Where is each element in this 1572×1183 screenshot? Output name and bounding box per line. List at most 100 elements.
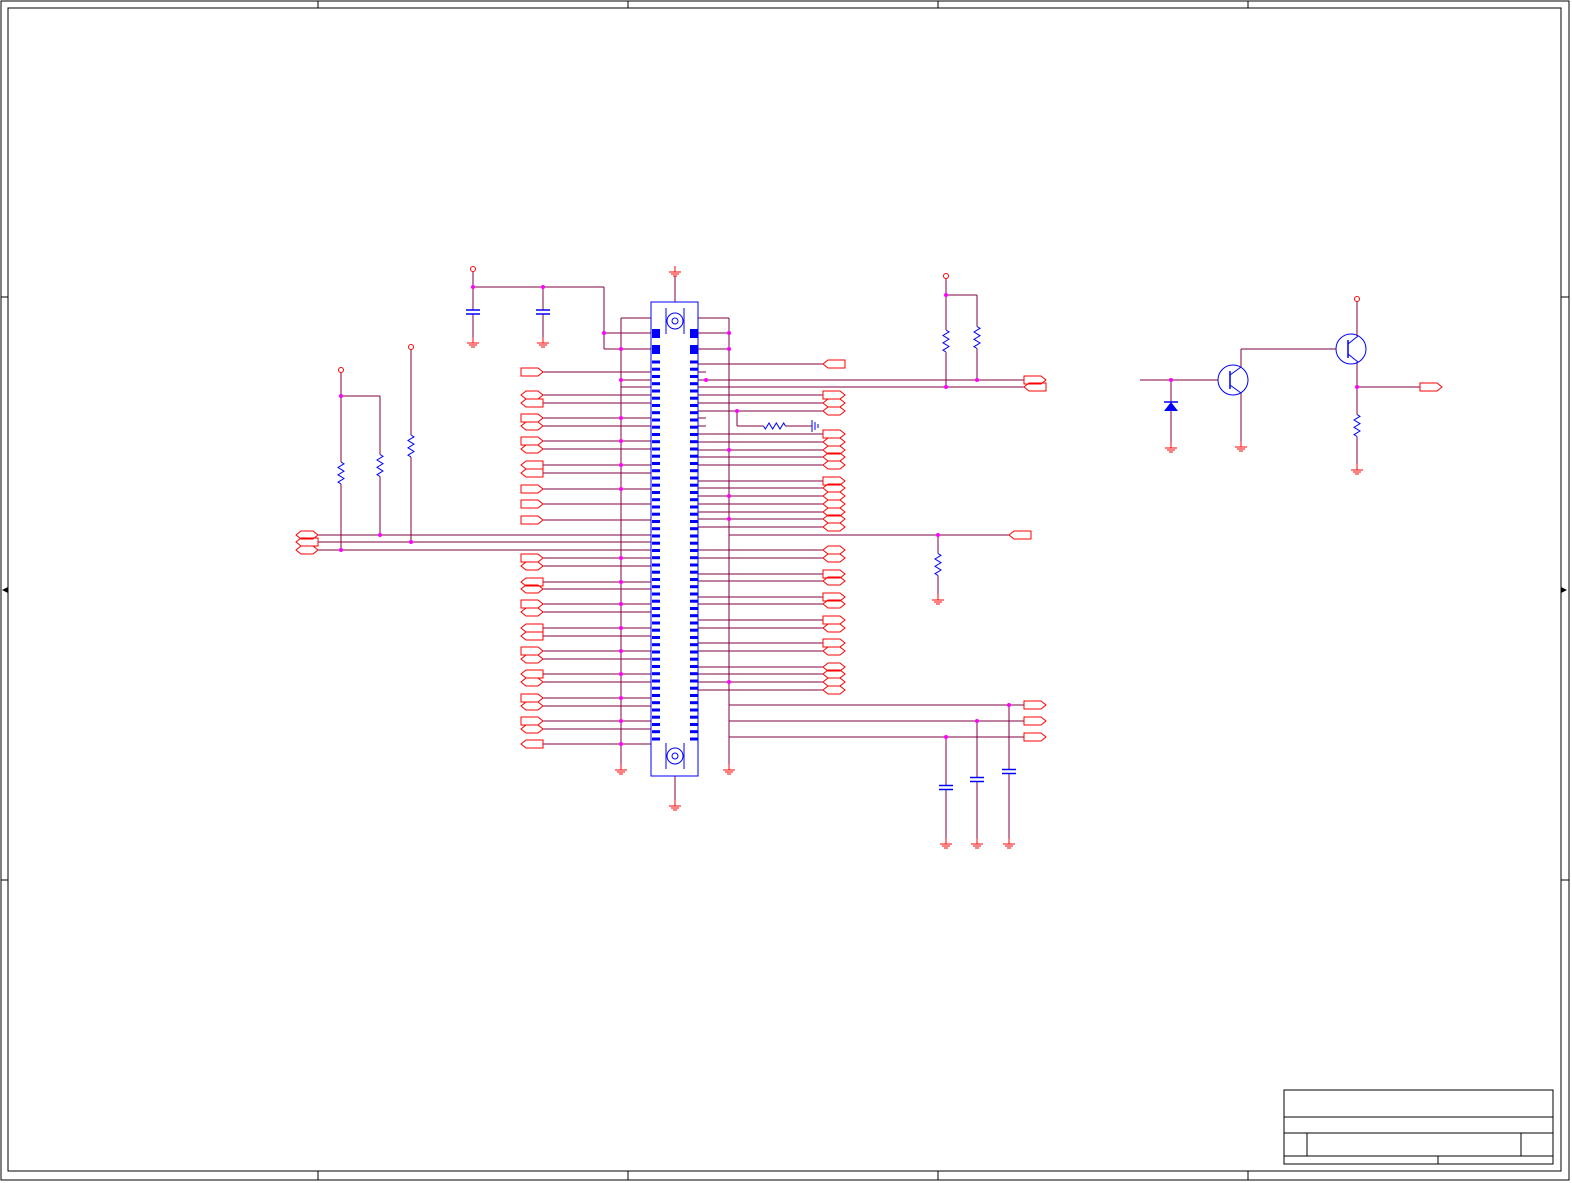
power-pad xyxy=(652,329,660,338)
connector-pin xyxy=(652,570,660,574)
title-frame xyxy=(1283,1089,1554,1165)
port-flag xyxy=(295,545,319,555)
port-flag xyxy=(520,701,544,711)
connector-pin xyxy=(690,723,698,726)
mounting-boss-icon xyxy=(666,747,684,765)
port-flag xyxy=(520,669,544,679)
port-flag xyxy=(520,561,544,571)
connector-pin xyxy=(652,723,660,726)
junction-dot xyxy=(619,580,623,584)
title-block xyxy=(1283,1089,1554,1165)
power-pad xyxy=(690,329,698,338)
port-flag xyxy=(1008,530,1032,540)
connector-pin xyxy=(690,454,698,458)
connector-pin xyxy=(690,425,698,429)
mounting-boss-icon xyxy=(666,312,684,330)
junction-dot xyxy=(619,602,623,606)
junction-dot xyxy=(471,285,475,289)
connector-pin xyxy=(652,650,660,654)
resistor-zigzag-icon xyxy=(337,461,345,485)
port-flag xyxy=(822,460,846,470)
port-flag xyxy=(520,693,544,703)
resistor-zigzag-icon xyxy=(407,434,415,458)
junction-dot xyxy=(944,293,948,297)
connector-pin xyxy=(652,418,660,422)
junction-dot xyxy=(619,626,623,630)
port-layer xyxy=(295,359,1443,749)
connector-pin xyxy=(652,643,660,647)
connector-pin xyxy=(652,665,660,668)
inner-frame xyxy=(7,7,1562,1172)
power-symbol xyxy=(338,367,344,373)
port-flag xyxy=(520,367,544,377)
junction-dot xyxy=(735,409,739,413)
port-flag xyxy=(520,646,544,656)
connector-pin xyxy=(690,505,698,509)
junction-dot xyxy=(619,378,623,382)
connector-pin xyxy=(652,578,660,581)
connector-pin xyxy=(652,520,660,523)
connector-pin xyxy=(690,418,698,422)
connector-pin xyxy=(690,389,698,393)
resistor-zigzag-icon xyxy=(1353,414,1361,437)
connector-pin xyxy=(690,614,698,618)
connector-pin xyxy=(690,483,698,487)
connector-pin xyxy=(652,628,660,632)
connector-pin xyxy=(690,367,698,371)
junction-dot xyxy=(619,487,623,491)
port-flag xyxy=(520,739,544,749)
port-flag xyxy=(520,599,544,609)
schematic-sheet xyxy=(0,0,1570,1181)
connector-pin xyxy=(652,592,660,596)
port-flag xyxy=(822,553,846,563)
connector-pin xyxy=(652,367,660,371)
connector-pin xyxy=(690,657,698,661)
resistor-zigzag-icon xyxy=(376,454,384,477)
power-symbol xyxy=(470,266,476,272)
connector-pin xyxy=(690,411,698,415)
connector-pin xyxy=(652,534,660,538)
connector-pin xyxy=(652,686,660,690)
connector-pin xyxy=(652,483,660,487)
connector-pin xyxy=(652,541,660,545)
power-pad xyxy=(652,345,660,354)
connector-pin xyxy=(690,607,698,610)
connector-pin xyxy=(690,592,698,596)
power-symbol xyxy=(943,273,949,279)
port-flag xyxy=(520,460,544,470)
port-flag xyxy=(822,615,846,625)
connector-pin xyxy=(652,549,660,552)
junction-dot xyxy=(727,517,731,521)
port-flag xyxy=(520,390,544,400)
junction-dot xyxy=(378,533,382,537)
port-flag xyxy=(1023,732,1047,742)
port-flag xyxy=(520,421,544,431)
transistor-emitter xyxy=(1229,384,1242,394)
connector-pin xyxy=(652,599,660,603)
connector-pin xyxy=(690,433,698,436)
connector-pin xyxy=(690,476,698,480)
mounting-hole-icon xyxy=(671,752,679,760)
connector-pin xyxy=(690,512,698,516)
connector-pin xyxy=(690,382,698,386)
zone-arrow-right xyxy=(1561,587,1567,593)
connector-pin xyxy=(652,454,660,458)
transistor-emitter xyxy=(1347,335,1359,345)
junction-layer xyxy=(339,285,1359,746)
port-flag xyxy=(822,623,846,633)
connector-pin xyxy=(652,563,660,567)
junction-dot xyxy=(619,696,623,700)
port-flag xyxy=(822,406,846,416)
connector-pin xyxy=(690,672,698,676)
connector-pin xyxy=(690,498,698,502)
connector-pin xyxy=(652,382,660,386)
connector-pin xyxy=(652,440,660,444)
connector-pin xyxy=(652,411,660,415)
connector-pin xyxy=(690,585,698,589)
connector-pin xyxy=(690,708,698,712)
port-flag xyxy=(822,522,846,532)
junction-dot xyxy=(727,494,731,498)
connector-pin xyxy=(690,556,698,560)
junction-dot xyxy=(727,347,731,351)
port-flag xyxy=(822,638,846,648)
